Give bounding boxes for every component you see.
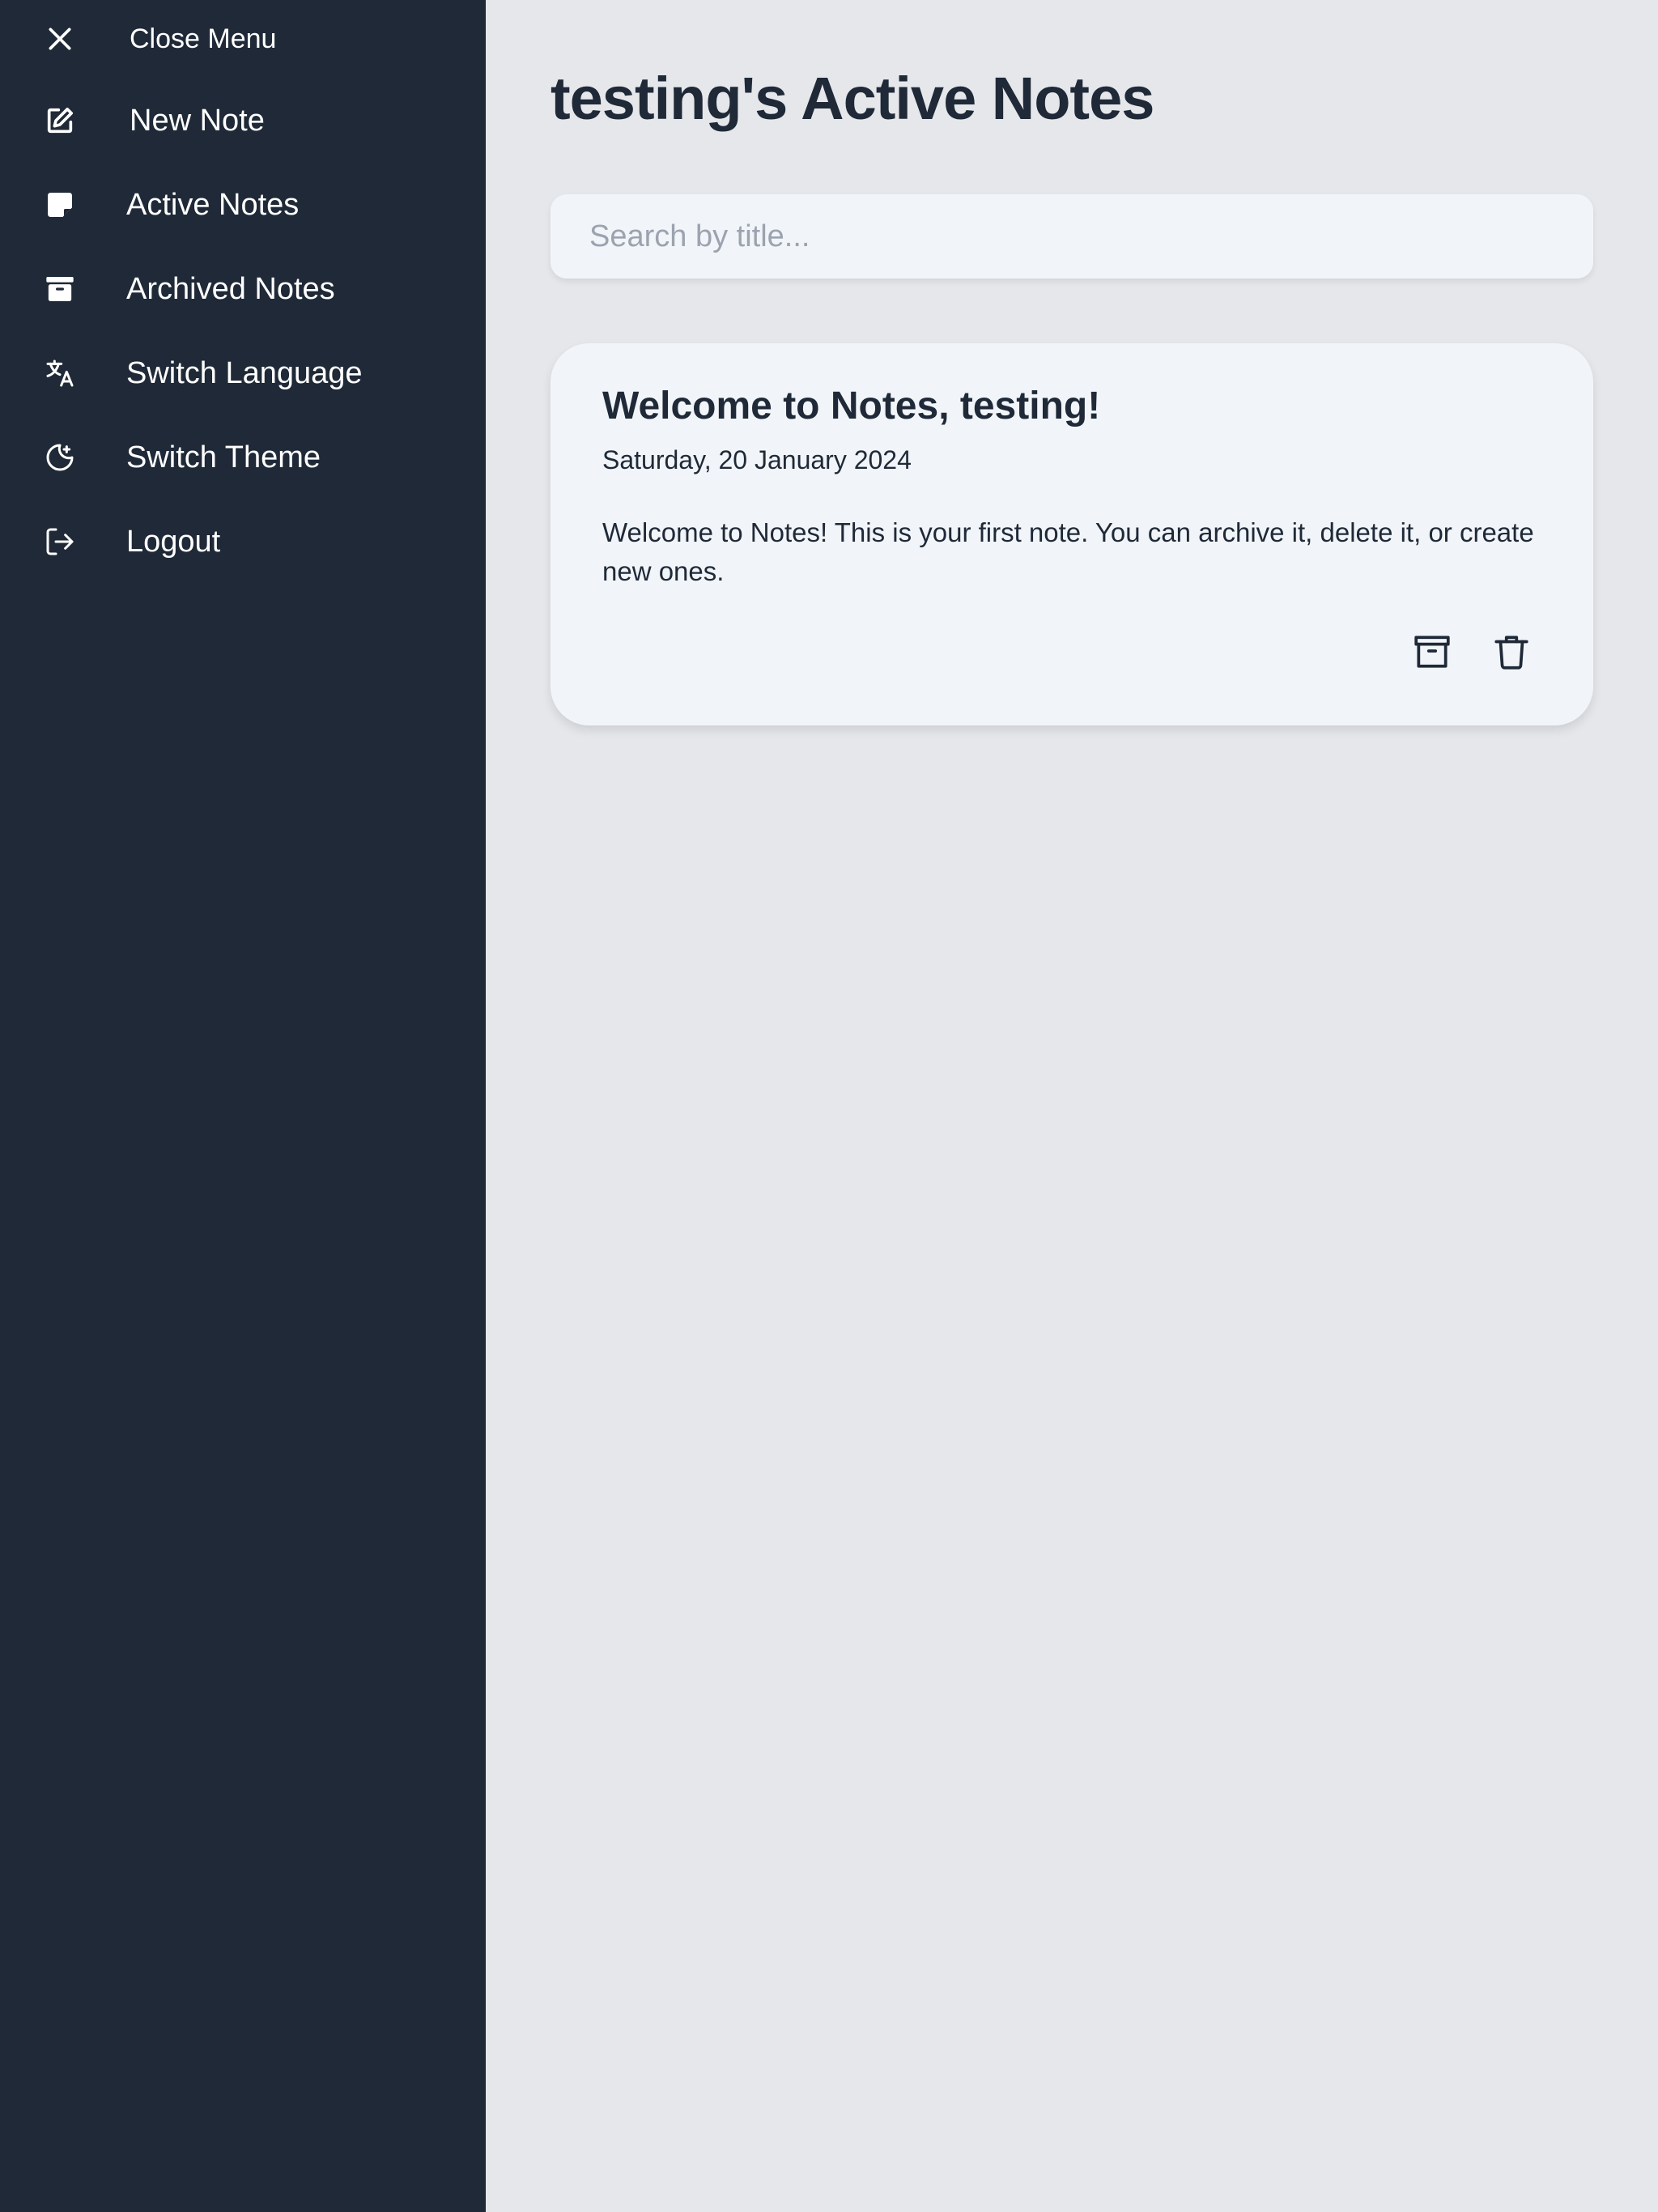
close-menu-button[interactable]: Close Menu [0,2,486,75]
archive-note-button[interactable] [1412,632,1452,672]
translate-icon [42,355,78,391]
edit-icon [42,103,78,138]
trash-icon [1494,636,1528,670]
close-menu-label: Close Menu [130,23,277,54]
moon-icon [42,440,78,475]
sidebar-item-archived-notes[interactable]: Archived Notes [0,253,486,325]
new-note-button[interactable]: New Note [0,84,486,157]
page-title: testing's Active Notes [551,65,1154,132]
search-input[interactable] [589,194,1593,279]
switch-language-label: Switch Language [126,356,363,390]
switch-theme-label: Switch Theme [126,440,321,474]
switch-language-button[interactable]: Switch Language [0,337,486,410]
archive-icon [1414,636,1450,668]
new-note-label: New Note [130,104,265,138]
switch-theme-button[interactable]: Switch Theme [0,421,486,494]
archived-notes-label: Archived Notes [126,272,335,306]
main-content: testing's Active Notes Welcome to Notes,… [486,0,1658,2212]
note-title[interactable]: Welcome to Notes, testing! [602,381,1100,432]
sidebar-item-active-notes[interactable]: Active Notes [0,168,486,241]
note-actions [1412,632,1532,672]
active-notes-label: Active Notes [126,188,300,222]
close-icon [42,21,78,57]
note-body: Welcome to Notes! This is your first not… [602,517,1534,586]
note-card[interactable]: Welcome to Notes, testing! Saturday, 20 … [551,343,1593,725]
logout-icon [42,524,78,559]
search-box [551,194,1593,279]
delete-note-button[interactable] [1491,632,1532,672]
note-icon [42,187,78,223]
logout-label: Logout [126,525,221,559]
archive-icon [42,271,78,307]
logout-button[interactable]: Logout [0,505,486,578]
sidebar: Close Menu New Note Active Notes Archive… [0,0,486,2212]
note-date: Saturday, 20 January 2024 [602,445,912,474]
